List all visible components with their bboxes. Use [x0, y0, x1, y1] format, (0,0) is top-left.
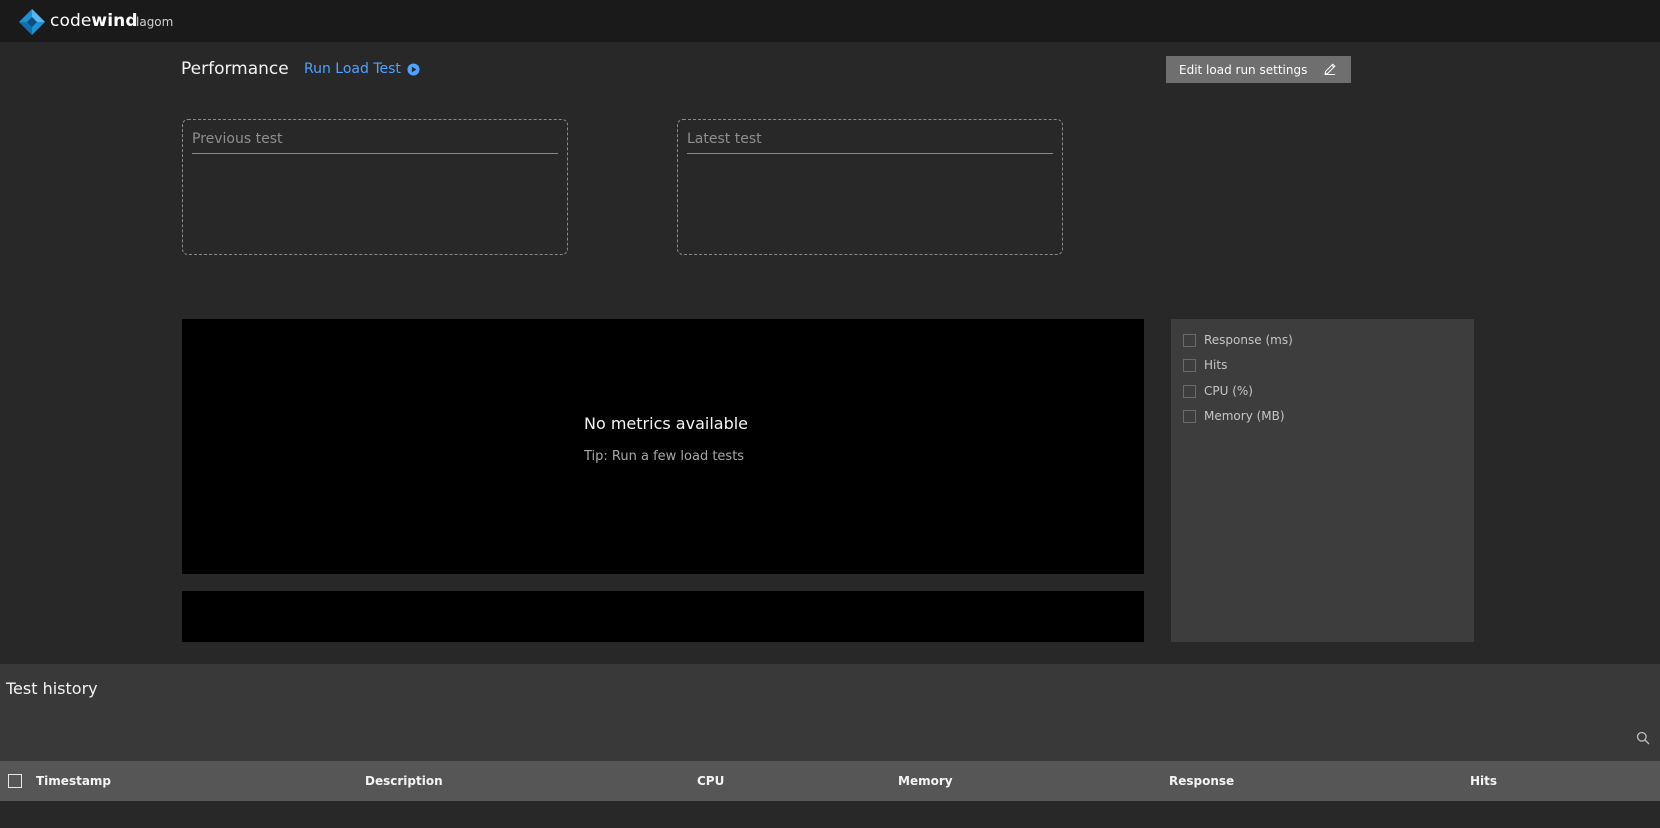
column-header-cpu[interactable]: CPU — [697, 774, 724, 788]
history-table-body — [0, 801, 1660, 828]
latest-test-title: Latest test — [687, 131, 1053, 154]
run-load-test-link[interactable]: Run Load Test — [304, 61, 420, 77]
edit-load-run-settings-button[interactable]: Edit load run settings — [1166, 56, 1351, 83]
edit-settings-label: Edit load run settings — [1179, 62, 1308, 77]
brand-bold: wind — [91, 11, 138, 31]
select-all-checkbox[interactable] — [8, 774, 22, 788]
no-metrics-message: No metrics available — [584, 414, 749, 433]
brand-plain: code — [50, 11, 92, 31]
chart-range-strip[interactable] — [182, 591, 1144, 642]
legend-item-hits[interactable]: Hits — [1183, 357, 1227, 373]
legend-checkbox[interactable] — [1183, 384, 1196, 398]
legend-label: Response (ms) — [1204, 333, 1293, 347]
brand-name[interactable]: codewind — [50, 11, 138, 31]
column-header-response[interactable]: Response — [1169, 774, 1234, 788]
metric-legend-panel: Response (ms) Hits CPU (%) Memory (MB) — [1171, 319, 1474, 642]
legend-item-memory[interactable]: Memory (MB) — [1183, 408, 1285, 424]
history-table-header: Timestamp Description CPU Memory Respons… — [0, 761, 1660, 801]
column-header-memory[interactable]: Memory — [898, 774, 953, 788]
legend-label: CPU (%) — [1204, 384, 1253, 398]
previous-test-title: Previous test — [192, 131, 558, 154]
legend-checkbox[interactable] — [1183, 358, 1196, 372]
latest-test-card: Latest test — [677, 119, 1063, 255]
search-icon[interactable] — [1636, 731, 1650, 745]
codewind-logo-icon[interactable] — [18, 8, 46, 36]
legend-item-response[interactable]: Response (ms) — [1183, 332, 1293, 348]
legend-label: Memory (MB) — [1204, 409, 1285, 423]
column-header-description[interactable]: Description — [365, 774, 443, 788]
top-bar: codewind lagom — [0, 0, 1660, 42]
legend-item-cpu[interactable]: CPU (%) — [1183, 383, 1253, 399]
column-header-hits[interactable]: Hits — [1470, 774, 1497, 788]
test-history-title: Test history — [6, 679, 98, 698]
previous-test-card: Previous test — [182, 119, 568, 255]
page-title: Performance — [181, 59, 289, 79]
legend-checkbox[interactable] — [1183, 333, 1196, 347]
column-header-timestamp[interactable]: Timestamp — [36, 774, 111, 788]
legend-label: Hits — [1204, 358, 1228, 372]
pencil-icon — [1324, 63, 1336, 75]
metrics-chart: No metrics available Tip: Run a few load… — [182, 319, 1144, 574]
run-load-test-label: Run Load Test — [304, 61, 401, 77]
play-circle-icon — [407, 62, 420, 76]
test-history-section: Test history Timestamp Description CPU M… — [0, 664, 1660, 828]
project-name: lagom — [136, 15, 174, 29]
chart-tip: Tip: Run a few load tests — [584, 449, 745, 464]
legend-checkbox[interactable] — [1183, 409, 1196, 423]
